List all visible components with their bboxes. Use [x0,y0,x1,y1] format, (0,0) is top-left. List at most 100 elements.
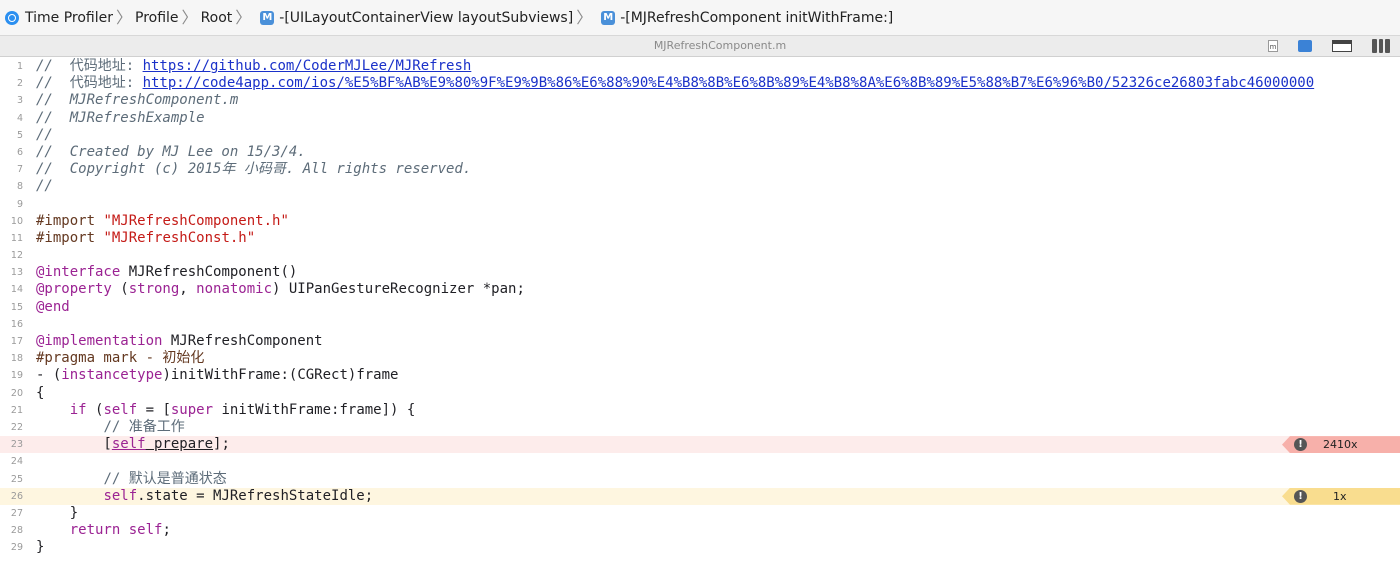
code-line[interactable]: 17 @implementation MJRefreshComponent [0,333,1400,350]
breadcrumb-item-label: Root [200,9,233,26]
code-line[interactable]: 2 // 代码地址: http://code4app.com/ios/%E5%BF… [0,75,1400,92]
code-line[interactable]: 6 // Created by MJ Lee on 15/3/4. [0,144,1400,161]
code-token: } [36,539,45,556]
code-token: ; [162,522,171,539]
code-token: [ [36,436,112,453]
breadcrumb-item[interactable]: M -[MJRefreshComponent initWithFrame:] [593,10,895,26]
code-token: self [128,522,163,539]
breadcrumb-item[interactable]: Root [199,10,235,26]
code-line[interactable]: 14 @property (strong, nonatomic) UIPanGes… [0,281,1400,298]
code-token: ]; [213,436,230,453]
code-line[interactable]: 15 @end [0,299,1400,316]
breadcrumb-separator-icon: 〉 [181,7,198,27]
line-number: 5 [16,129,23,141]
code-line[interactable]: 18 #pragma mark - 初始化 [0,350,1400,367]
document-icon[interactable]: m [1268,40,1278,52]
code-token: , [179,281,197,298]
code-line[interactable]: 27 } [0,505,1400,522]
code-line[interactable]: 25 // 默认是普通状态 [0,471,1400,488]
code-line[interactable]: 16 [0,316,1400,333]
code-token: @end [36,298,70,315]
code-token: if [69,401,87,418]
breadcrumb-separator-icon: 〉 [576,7,593,27]
code-token: // Created by MJ Lee on 15/3/4. [36,143,306,160]
line-number: 17 [10,336,23,347]
line-source: // Copyright (c) 2015年 小码哥. All rights r… [36,161,471,178]
code-line[interactable]: 3 // MJRefreshComponent.m [0,92,1400,109]
code-line[interactable]: 8 // [0,178,1400,195]
line-number: 28 [10,525,23,537]
code-token: ( [111,281,129,298]
code-token: // [36,126,53,143]
code-line-highlighted[interactable]: 23 [self prepare]; ! 2410x [0,436,1400,454]
method-icon: M [260,10,275,25]
code-line[interactable]: 19 - (instancetype)initWithFrame:(CGRect)… [0,367,1400,384]
line-number: 7 [16,164,23,176]
breadcrumb-item[interactable]: Profile [133,10,181,26]
code-token: "MJRefreshComponent.h" [103,212,289,229]
line-number: 2 [16,78,23,90]
line-source: // MJRefreshComponent.m [36,92,238,109]
line-source: @property (strong, nonatomic) UIPanGestu… [36,281,525,298]
code-token: prepare [145,436,214,453]
line-source: // Created by MJ Lee on 15/3/4. [36,144,306,161]
line-source: // [36,127,53,144]
line-number: 13 [10,267,23,279]
code-token: self [111,436,146,453]
code-line[interactable]: 4 // MJRefreshExample [0,110,1400,127]
xcode-icon[interactable] [1298,40,1312,52]
code-line[interactable]: 28 return self; [0,522,1400,539]
code-token: return [69,522,121,539]
time-profiler-icon [5,10,19,25]
code-line-highlighted[interactable]: 26 self.state = MJRefreshStateIdle;! 1x [0,487,1400,505]
line-source: // 代码地址: https://github.com/CoderMJLee/M… [36,58,471,75]
code-link[interactable]: https://github.com/CoderMJLee/MJRefresh [143,58,472,74]
split-view-icon[interactable] [1372,39,1391,53]
code-token: { [36,384,45,401]
code-token: #pragma mark - 初始化 [36,350,205,367]
warning-icon: ! [1294,489,1307,503]
code-line[interactable]: 24 [0,453,1400,470]
line-source: // 默认是普通状态 [36,470,227,488]
sample-count-badge[interactable]: ! 1x [1282,487,1400,505]
breadcrumb-item[interactable]: M -[UILayoutContainerView layoutSubviews] [252,10,575,26]
code-line[interactable]: 11 #import "MJRefreshConst.h" [0,230,1400,247]
sample-count-badge[interactable]: ! 2410x [1282,436,1400,454]
sample-count: 2410x [1323,438,1358,452]
breadcrumb-item-label: Profile [135,9,179,26]
breadcrumb-item-label: -[UILayoutContainerView layoutSubviews] [279,9,574,26]
code-token: - ( [36,367,62,384]
code-line[interactable]: 22 // 准备工作 [0,419,1400,436]
line-number: 3 [16,95,23,107]
code-line[interactable]: 7 // Copyright (c) 2015年 小码哥. All rights … [0,161,1400,178]
code-token: // 默认是普通状态 [103,470,227,487]
code-link[interactable]: http://code4app.com/ios/%E5%BF%AB%E9%80%… [143,75,1315,91]
code-line[interactable]: 20 { [0,385,1400,402]
code-line[interactable]: 9 [0,196,1400,213]
line-source: // 准备工作 [36,419,184,436]
code-token: ( [86,401,104,418]
source-code-view[interactable]: 1 // 代码地址: https://github.com/CoderMJLee/… [0,58,1400,573]
code-line[interactable]: 1 // 代码地址: https://github.com/CoderMJLee/… [0,58,1400,75]
code-line[interactable]: 12 [0,247,1400,264]
code-token: nonatomic [196,281,273,298]
code-line[interactable]: 21 if (self = [super initWithFrame:frame… [0,402,1400,419]
code-token: // [36,75,70,92]
breadcrumb-item[interactable]: Time Profiler [0,10,115,26]
line-number: 16 [10,318,23,330]
line-number: 18 [10,353,23,365]
code-line[interactable]: 10 #import "MJRefreshComponent.h" [0,213,1400,230]
code-line[interactable]: 29} [0,539,1400,556]
line-source: // [36,178,53,195]
code-line[interactable]: 5 // [0,127,1400,144]
code-token: MJRefreshComponent [162,333,323,349]
code-line[interactable]: 13 @interface MJRefreshComponent() [0,264,1400,281]
window-icon[interactable] [1332,40,1352,52]
line-source: return self; [36,522,171,539]
breadcrumb: Time Profiler 〉 Profile 〉 Root 〉 M -[UILayoutCo… [0,0,1400,36]
line-number: 23 [10,439,23,451]
code-token: // MJRefreshExample [36,109,205,126]
